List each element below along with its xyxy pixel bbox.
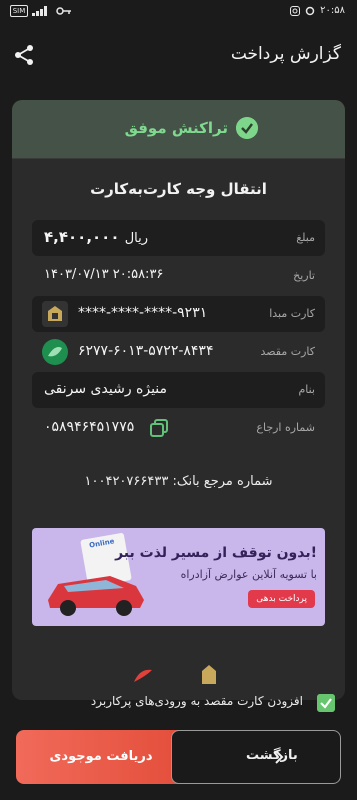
instagram-icon bbox=[290, 5, 301, 16]
receipt-card: تراکنش موفق انتقال وجه کارت‌به‌کارت مبلغ… bbox=[12, 100, 345, 700]
name-value: منیژه رشیدی سرنقی bbox=[44, 381, 168, 397]
signal-icon bbox=[32, 6, 47, 16]
amount-label: مبلغ bbox=[296, 231, 315, 244]
promo-banner[interactable]: Online بدون توقف از مسیر لذت ببر! با تسو… bbox=[32, 528, 325, 626]
amount-unit: ریال bbox=[124, 231, 149, 246]
status-text: تراکنش موفق bbox=[124, 119, 228, 137]
chevron-right-icon bbox=[275, 750, 284, 764]
share-icon[interactable] bbox=[13, 44, 35, 66]
amount-row: مبلغ ریال ۴,۴۰۰,۰۰۰ bbox=[32, 220, 325, 256]
source-bank-logo bbox=[42, 301, 68, 327]
bank-logos-footer bbox=[12, 660, 345, 690]
source-card-label: کارت مبدا bbox=[269, 307, 315, 320]
pay-debt-button[interactable]: پرداخت بدهی bbox=[248, 590, 315, 608]
date-row: تاریخ ۱۴۰۳/۰۷/۱۳ ۲۰:۵۸:۳۶ bbox=[32, 258, 325, 294]
get-balance-button[interactable]: دریافت موجودی bbox=[16, 730, 186, 784]
dest-bank-logo bbox=[42, 339, 68, 365]
sim-icon: SIM bbox=[10, 5, 28, 17]
amount-number: ۴,۴۰۰,۰۰۰ bbox=[44, 228, 120, 246]
bank-emblem-icon bbox=[48, 306, 62, 321]
bank-leaf-icon bbox=[48, 347, 62, 357]
reference-label: شماره ارجاع bbox=[256, 421, 315, 434]
app-header: گزارش پرداخت bbox=[0, 24, 357, 88]
amount-value: ریال ۴,۴۰۰,۰۰۰ bbox=[44, 228, 148, 246]
bank-logo-gold-icon bbox=[202, 665, 216, 684]
dest-card-value: ۶۲۷۷-۶۰۱۳-۵۷۲۲-۸۴۳۴ bbox=[78, 343, 214, 359]
clock: ۲۰:۵۸ bbox=[320, 5, 345, 16]
save-card-label: افزودن کارت مقصد به ورودی‌های پرکاربرد bbox=[90, 694, 303, 708]
dest-card-label: کارت مقصد bbox=[260, 345, 315, 358]
copy-icon[interactable] bbox=[149, 418, 169, 438]
save-card-option[interactable]: افزودن کارت مقصد به ورودی‌های پرکاربرد bbox=[0, 688, 357, 718]
promo-headline: بدون توقف از مسیر لذت ببر! bbox=[115, 545, 317, 561]
name-row: بنام منیژه رشیدی سرنقی bbox=[32, 372, 325, 408]
check-circle-icon bbox=[236, 117, 258, 139]
date-label: تاریخ bbox=[293, 269, 315, 282]
bank-reference: شماره مرجع بانک: ۱۰۰۴۲۰۷۶۶۴۳۳ bbox=[84, 474, 273, 489]
dest-card-row: کارت مقصد ۶۲۷۷-۶۰۱۳-۵۷۲۲-۸۴۳۴ bbox=[32, 334, 325, 370]
back-button-label: بازگشت bbox=[246, 748, 298, 763]
promo-subtitle: با تسویه آنلاین عوارض آزادراه bbox=[180, 568, 317, 581]
source-card-row: کارت مبدا ****-****-****-۹۲۳۱ bbox=[32, 296, 325, 332]
page-title: گزارش پرداخت bbox=[230, 44, 341, 64]
status-bar: SIM ۲۰:۵۸ bbox=[0, 0, 357, 24]
bank-logo-red-icon bbox=[134, 669, 152, 682]
reference-value: ۰۵۸۹۴۶۴۵۱۷۷۵ bbox=[44, 419, 135, 435]
transaction-title: انتقال وجه کارت‌به‌کارت bbox=[90, 180, 267, 198]
date-value: ۱۴۰۳/۰۷/۱۳ ۲۰:۵۸:۳۶ bbox=[44, 267, 164, 282]
checkbox-checked-icon[interactable] bbox=[317, 694, 335, 712]
settings-icon bbox=[305, 6, 315, 15]
reference-row: شماره ارجاع ۰۵۸۹۴۶۴۵۱۷۷۵ bbox=[32, 410, 325, 446]
name-label: بنام bbox=[298, 383, 315, 396]
key-icon bbox=[56, 7, 71, 15]
car-icon bbox=[48, 576, 144, 616]
success-banner: تراکنش موفق bbox=[12, 100, 345, 159]
back-button[interactable]: بازگشت bbox=[171, 730, 341, 784]
source-card-value: ****-****-****-۹۲۳۱ bbox=[78, 305, 208, 321]
